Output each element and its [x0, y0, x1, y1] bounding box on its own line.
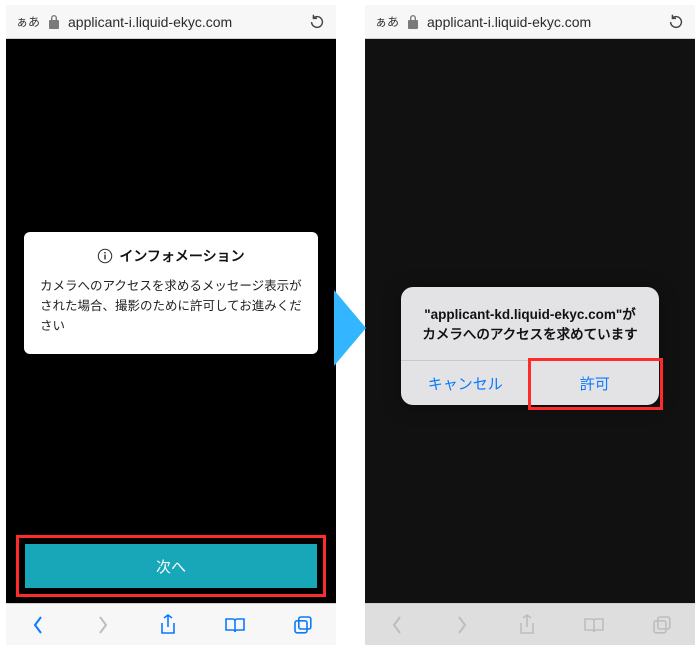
forward-icon	[94, 615, 112, 635]
next-button-highlight-box: 次へ	[16, 535, 326, 597]
information-card: インフォメーション カメラへのアクセスを求めるメッセージ表示がされた場合、撮影の…	[24, 232, 318, 354]
lock-icon	[407, 15, 419, 29]
reload-icon[interactable]	[667, 13, 685, 31]
safari-bottombar	[6, 603, 336, 645]
text-size-control[interactable]: ぁあ	[16, 13, 40, 30]
address-url[interactable]: applicant-i.liquid-ekyc.com	[68, 14, 300, 30]
step-arrow-icon	[334, 290, 366, 366]
allow-button[interactable]: 許可	[530, 361, 660, 405]
back-icon	[388, 615, 406, 635]
camera-permission-alert: "applicant-kd.liquid-ekyc.com"がカメラへのアクセス…	[401, 287, 659, 405]
safari-topbar: ぁあ applicant-i.liquid-ekyc.com	[365, 5, 695, 39]
alert-message: "applicant-kd.liquid-ekyc.com"がカメラへのアクセス…	[401, 287, 659, 360]
text-size-control[interactable]: ぁあ	[375, 13, 399, 30]
phone-left: ぁあ applicant-i.liquid-ekyc.com インフォメーション…	[6, 5, 336, 645]
address-url[interactable]: applicant-i.liquid-ekyc.com	[427, 14, 659, 30]
tabs-icon[interactable]	[293, 615, 313, 635]
safari-topbar: ぁあ applicant-i.liquid-ekyc.com	[6, 5, 336, 39]
next-button[interactable]: 次へ	[25, 544, 317, 588]
back-icon[interactable]	[29, 615, 47, 635]
lock-icon	[48, 15, 60, 29]
reload-icon[interactable]	[308, 13, 326, 31]
information-title: インフォメーション	[119, 246, 244, 266]
bookmarks-icon[interactable]	[224, 616, 246, 634]
forward-icon	[453, 615, 471, 635]
safari-bottombar	[365, 603, 695, 645]
cancel-button[interactable]: キャンセル	[401, 361, 530, 405]
share-icon	[518, 614, 536, 636]
share-icon[interactable]	[159, 614, 177, 636]
tabs-icon	[652, 615, 672, 635]
phone-right: ぁあ applicant-i.liquid-ekyc.com "applican…	[365, 5, 695, 645]
bookmarks-icon	[583, 616, 605, 634]
info-icon	[97, 248, 113, 264]
information-body: カメラへのアクセスを求めるメッセージ表示がされた場合、撮影のために許可してお進み…	[40, 276, 302, 336]
